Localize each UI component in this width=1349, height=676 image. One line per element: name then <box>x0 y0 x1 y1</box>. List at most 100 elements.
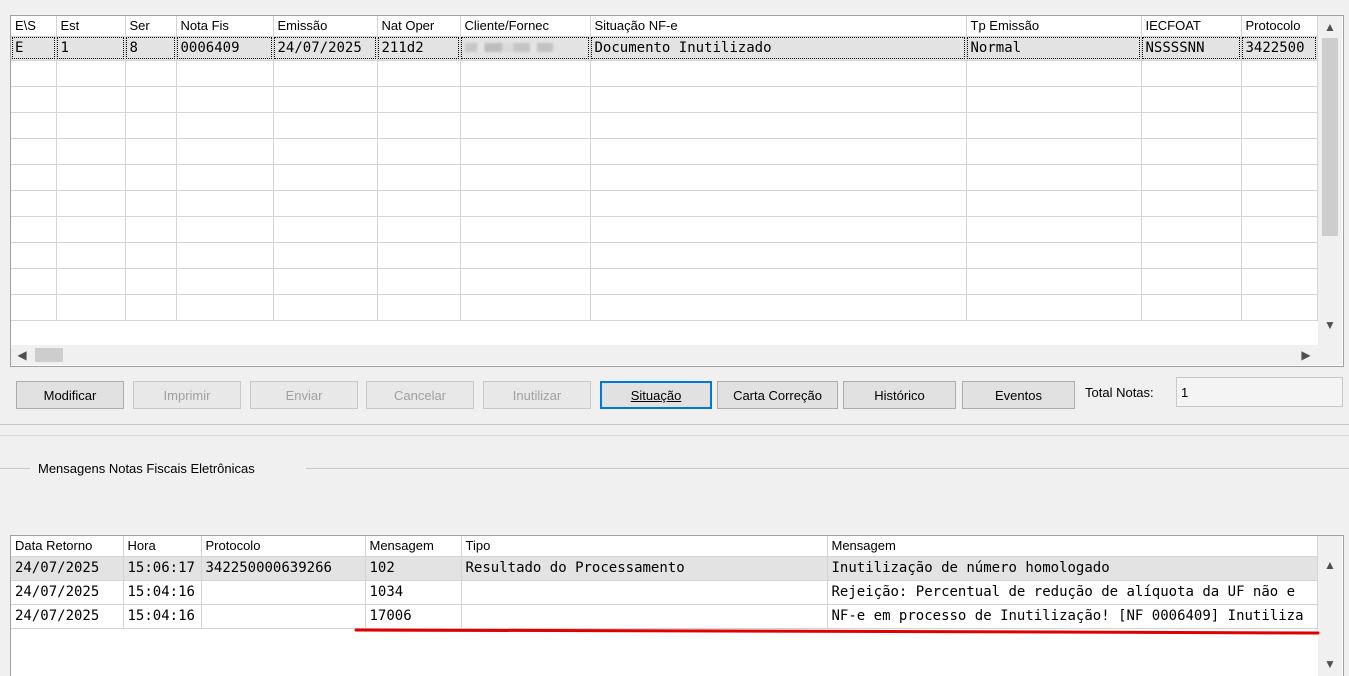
empty-cell[interactable] <box>1241 216 1318 243</box>
empty-cell[interactable] <box>125 242 177 269</box>
empty-table-row[interactable] <box>11 242 1318 269</box>
empty-cell[interactable] <box>11 268 57 295</box>
empty-cell[interactable] <box>1241 138 1318 165</box>
col-header-tp-emissao[interactable]: Tp Emissão <box>966 16 1142 37</box>
empty-cell[interactable] <box>590 294 967 321</box>
empty-cell[interactable] <box>125 294 177 321</box>
col-header-ser[interactable]: Ser <box>125 16 177 37</box>
empty-cell[interactable] <box>56 60 126 87</box>
empty-cell[interactable] <box>377 190 461 217</box>
cell-hora[interactable]: 15:06:17 <box>123 556 202 581</box>
cell-tipo[interactable] <box>461 604 828 629</box>
empty-cell[interactable] <box>966 190 1142 217</box>
empty-cell[interactable] <box>377 216 461 243</box>
col-header-es[interactable]: E\S <box>11 16 57 37</box>
col-header-hora[interactable]: Hora <box>123 536 202 557</box>
cell-nota-fis[interactable]: 0006409 <box>176 36 274 61</box>
cell-protocolo[interactable]: 3422500 <box>1241 36 1318 61</box>
empty-cell[interactable] <box>1141 60 1242 87</box>
col-header-situacao-nfe[interactable]: Situação NF-e <box>590 16 967 37</box>
empty-cell[interactable] <box>460 216 591 243</box>
empty-cell[interactable] <box>176 294 274 321</box>
empty-cell[interactable] <box>966 268 1142 295</box>
empty-cell[interactable] <box>125 164 177 191</box>
empty-cell[interactable] <box>273 216 378 243</box>
scroll-right-icon[interactable]: ▶ <box>1297 348 1315 362</box>
cell-protocolo[interactable]: 342250000639266 <box>201 556 366 581</box>
empty-cell[interactable] <box>1241 164 1318 191</box>
cell-hora[interactable]: 15:04:16 <box>123 604 202 629</box>
cell-hora[interactable]: 15:04:16 <box>123 580 202 605</box>
empty-cell[interactable] <box>590 164 967 191</box>
cell-situacao-nfe[interactable]: Documento Inutilizado <box>590 36 967 61</box>
empty-cell[interactable] <box>460 60 591 87</box>
cell-est[interactable]: 1 <box>56 36 126 61</box>
empty-table-row[interactable] <box>11 294 1318 321</box>
col-header-nat-oper[interactable]: Nat Oper <box>377 16 461 37</box>
cell-protocolo[interactable] <box>201 604 366 629</box>
cell-mensagem-codigo[interactable]: 1034 <box>365 580 462 605</box>
empty-cell[interactable] <box>273 294 378 321</box>
cell-protocolo[interactable] <box>201 580 366 605</box>
empty-cell[interactable] <box>1141 164 1242 191</box>
empty-cell[interactable] <box>176 60 274 87</box>
cell-emissao[interactable]: 24/07/2025 <box>273 36 378 61</box>
empty-cell[interactable] <box>176 268 274 295</box>
empty-cell[interactable] <box>56 190 126 217</box>
empty-cell[interactable] <box>176 86 274 113</box>
cell-tipo[interactable]: Resultado do Processamento <box>461 556 828 581</box>
notas-grid[interactable]: E\S Est Ser Nota Fis Emissão Nat Oper Cl… <box>10 15 1344 367</box>
empty-cell[interactable] <box>966 86 1142 113</box>
empty-cell[interactable] <box>273 268 378 295</box>
empty-cell[interactable] <box>966 242 1142 269</box>
empty-cell[interactable] <box>125 60 177 87</box>
empty-cell[interactable] <box>377 268 461 295</box>
cell-data-retorno[interactable]: 24/07/2025 <box>11 556 124 581</box>
empty-table-row[interactable] <box>11 164 1318 191</box>
empty-cell[interactable] <box>176 164 274 191</box>
empty-cell[interactable] <box>273 242 378 269</box>
empty-cell[interactable] <box>11 164 57 191</box>
empty-cell[interactable] <box>590 86 967 113</box>
cell-data-retorno[interactable]: 24/07/2025 <box>11 580 124 605</box>
mensagens-grid[interactable]: Data Retorno Hora Protocolo Mensagem Tip… <box>10 535 1344 676</box>
empty-cell[interactable] <box>1141 242 1242 269</box>
empty-cell[interactable] <box>460 294 591 321</box>
cell-es[interactable]: E <box>11 36 57 61</box>
empty-cell[interactable] <box>590 190 967 217</box>
eventos-button[interactable]: Eventos <box>962 381 1075 409</box>
empty-table-row[interactable] <box>11 60 1318 87</box>
empty-cell[interactable] <box>1141 268 1242 295</box>
empty-cell[interactable] <box>460 268 591 295</box>
historico-button[interactable]: Histórico <box>843 381 956 409</box>
empty-cell[interactable] <box>1241 86 1318 113</box>
empty-cell[interactable] <box>966 164 1142 191</box>
cell-mensagem[interactable]: Inutilização de número homologado <box>827 556 1318 581</box>
cell-mensagem[interactable]: NF-e em processo de Inutilização! [NF 00… <box>827 604 1318 629</box>
empty-cell[interactable] <box>590 216 967 243</box>
cell-mensagem-codigo[interactable]: 102 <box>365 556 462 581</box>
col-header-iecfoat[interactable]: IECFOAT <box>1141 16 1242 37</box>
empty-cell[interactable] <box>125 268 177 295</box>
empty-cell[interactable] <box>590 138 967 165</box>
situacao-button[interactable]: Situação <box>600 381 712 409</box>
empty-cell[interactable] <box>590 112 967 139</box>
scroll-up-icon[interactable]: ▲ <box>1318 20 1342 34</box>
empty-cell[interactable] <box>966 216 1142 243</box>
empty-cell[interactable] <box>377 138 461 165</box>
empty-cell[interactable] <box>125 216 177 243</box>
empty-table-row[interactable] <box>11 138 1318 165</box>
col-header-est[interactable]: Est <box>56 16 126 37</box>
empty-cell[interactable] <box>125 86 177 113</box>
h-scroll-thumb[interactable] <box>35 348 63 362</box>
table-row[interactable]: 24/07/2025 15:04:16 17006 NF-e em proces… <box>11 604 1318 629</box>
imprimir-button[interactable]: Imprimir <box>133 381 241 409</box>
empty-cell[interactable] <box>11 138 57 165</box>
inutilizar-button[interactable]: Inutilizar <box>483 381 591 409</box>
total-notas-field[interactable]: 1 <box>1176 377 1343 407</box>
carta-correcao-button[interactable]: Carta Correção <box>717 381 838 409</box>
empty-cell[interactable] <box>460 164 591 191</box>
empty-table-row[interactable] <box>11 268 1318 295</box>
mensagens-vertical-scrollbar[interactable]: ▲ ▼ <box>1318 536 1342 676</box>
empty-cell[interactable] <box>590 268 967 295</box>
